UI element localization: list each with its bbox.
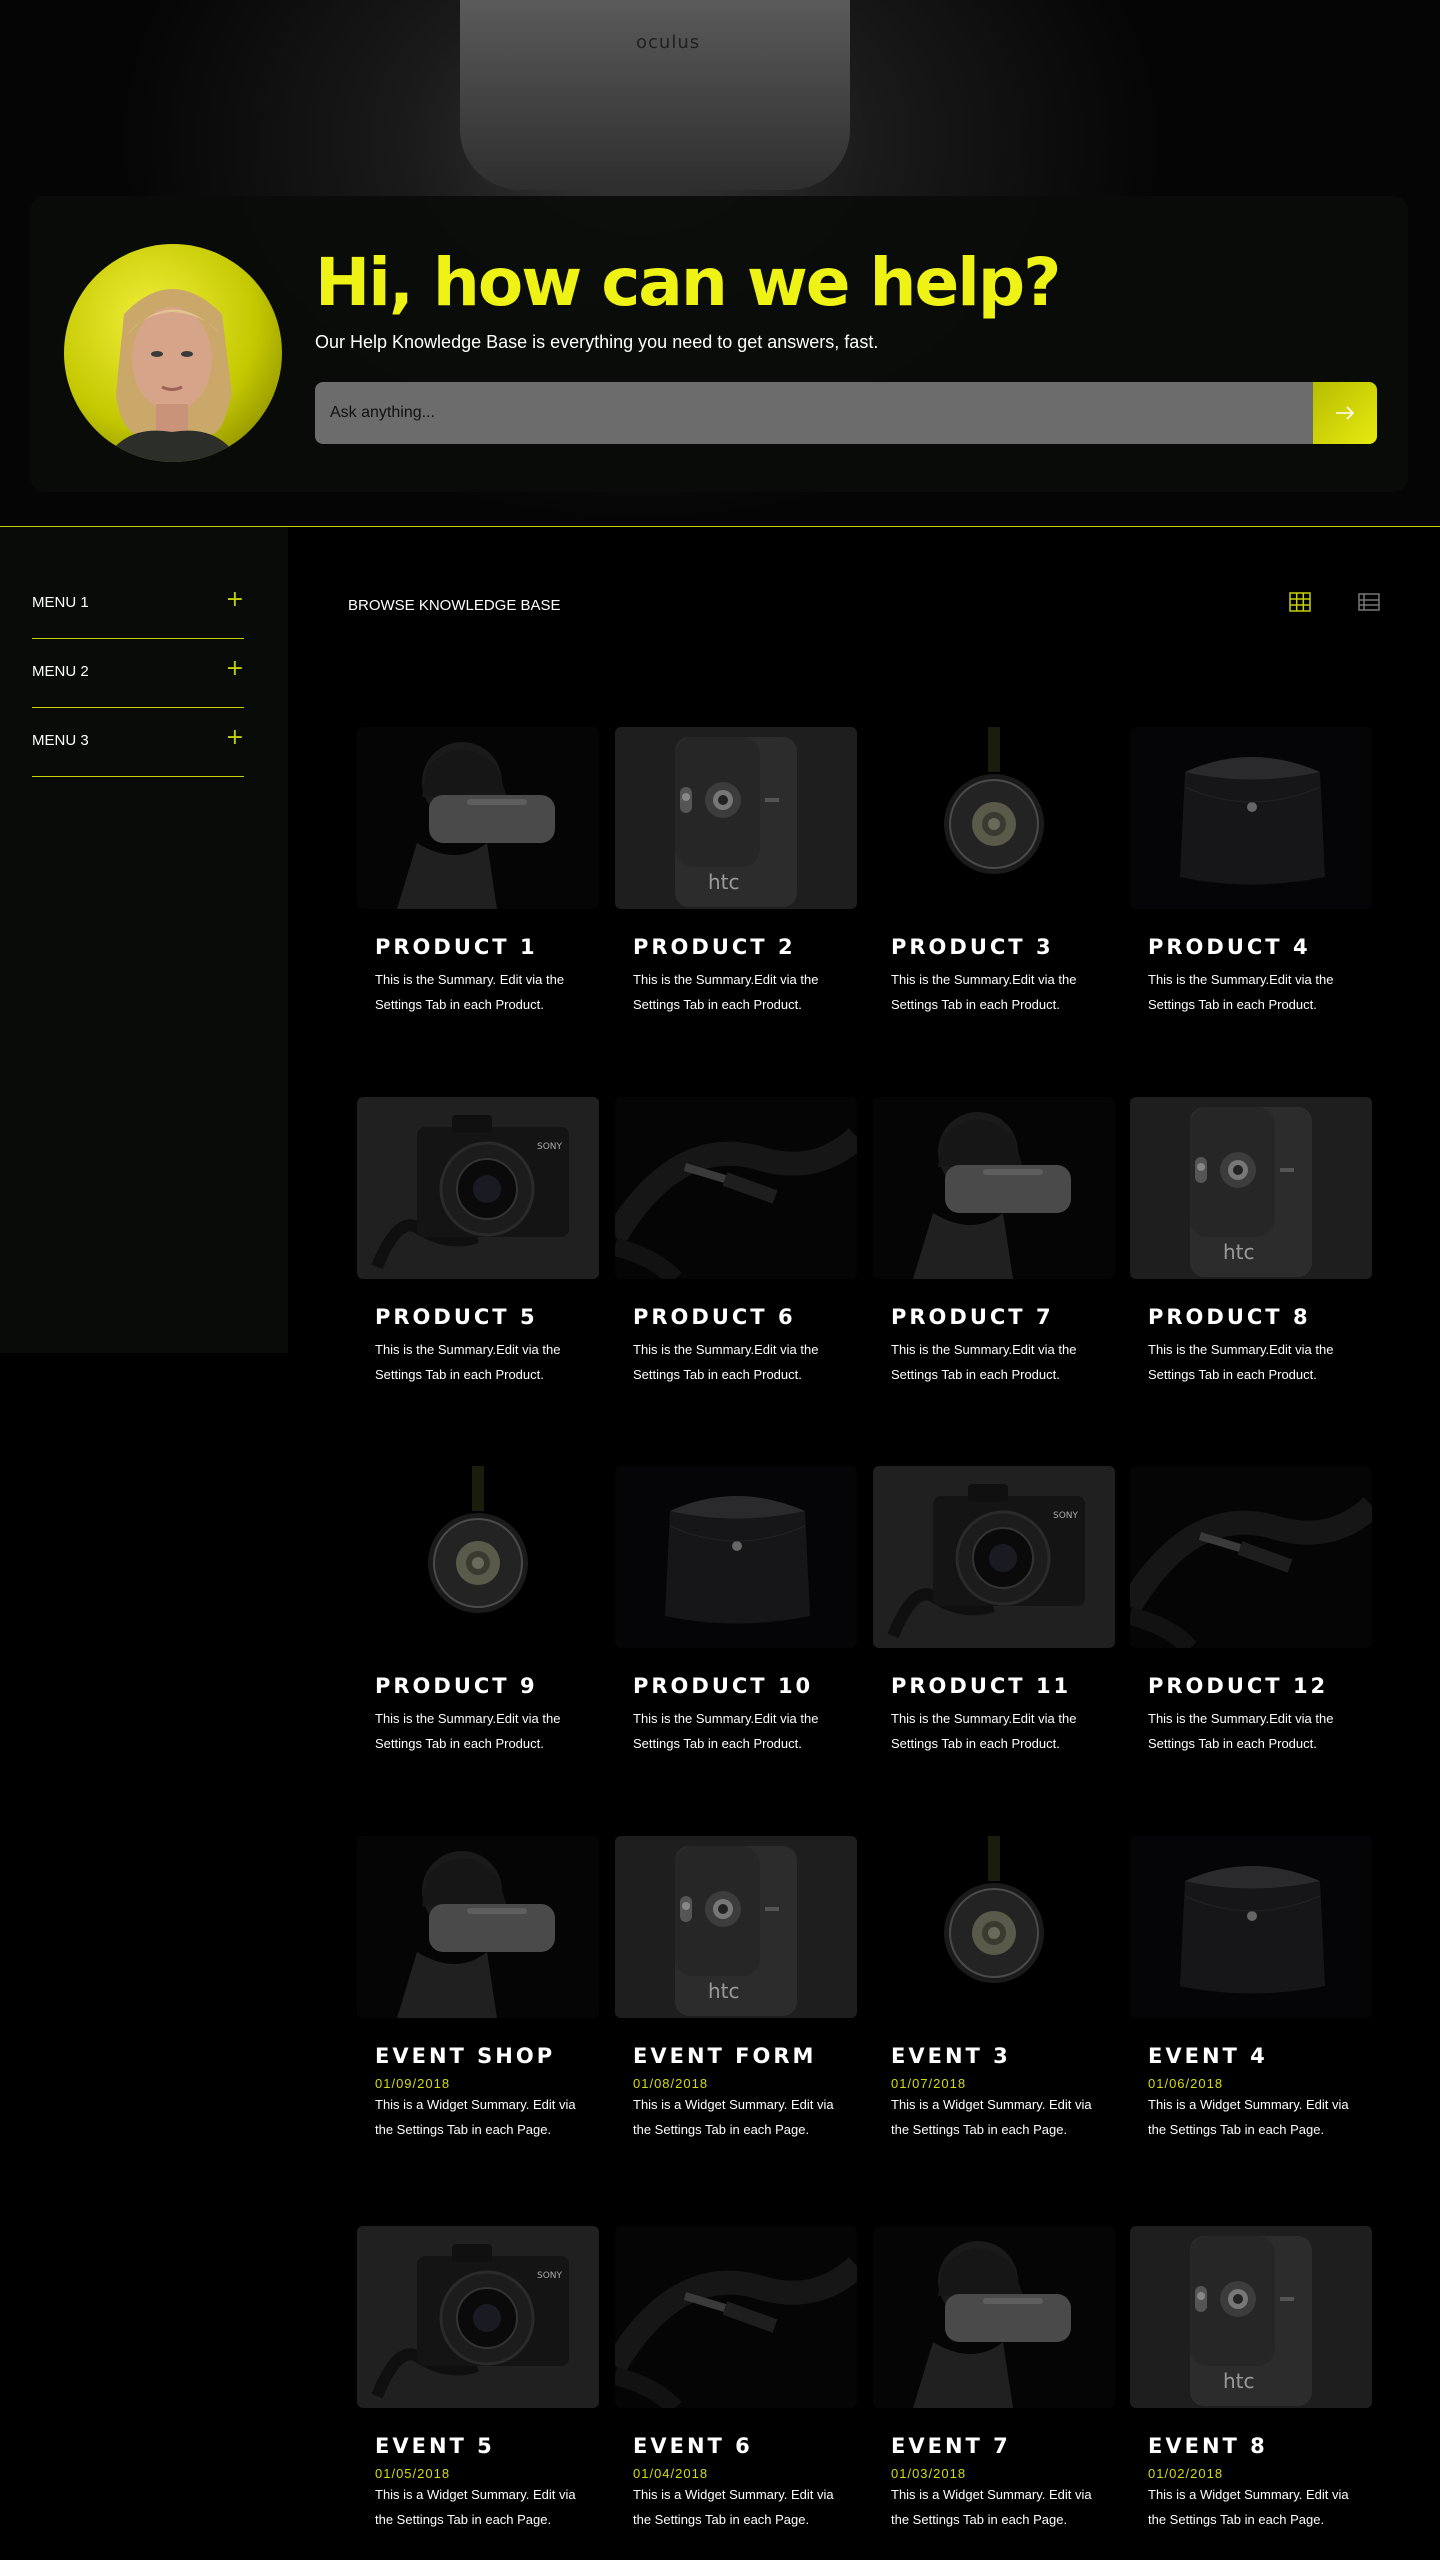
kb-card-title[interactable]: Event 6 — [633, 2424, 843, 2468]
plus-icon: + — [225, 725, 244, 750]
kb-card-image[interactable] — [1130, 1466, 1372, 1648]
svg-text:SONY: SONY — [1053, 1511, 1079, 1521]
kb-card-date: 01/07/2018 — [891, 2076, 967, 2091]
kb-card-image[interactable] — [873, 1836, 1115, 2018]
kb-card-summary: This is the Summary.Edit via the Setting… — [633, 972, 819, 1012]
kb-card-image[interactable] — [873, 2226, 1115, 2408]
kb-card-image[interactable]: SONY — [873, 1466, 1115, 1648]
kb-card-title[interactable]: Event Form — [633, 2034, 843, 2078]
kb-card-title[interactable]: Product 9 — [375, 1664, 585, 1708]
kb-card-image[interactable] — [357, 1836, 599, 2018]
kb-card-title[interactable]: Event 7 — [891, 2424, 1101, 2468]
hero-background-vr-headset — [460, 0, 850, 190]
kb-card-summary: This is a Widget Summary. Edit via the S… — [1148, 2097, 1349, 2137]
kb-card-title[interactable]: Product 3 — [891, 925, 1101, 969]
kb-card-summary: This is a Widget Summary. Edit via the S… — [375, 2487, 576, 2527]
kb-card-image[interactable]: SONY — [357, 1097, 599, 1279]
kb-card-summary: This is the Summary.Edit via the Setting… — [375, 1711, 561, 1751]
kb-card-summary: This is the Summary.Edit via the Setting… — [891, 1342, 1077, 1382]
kb-card-date: 01/08/2018 — [633, 2076, 709, 2091]
list-view-icon[interactable] — [1357, 590, 1381, 614]
arrow-right-icon — [1335, 400, 1355, 426]
kb-card-title[interactable]: Product 5 — [375, 1295, 585, 1339]
kb-card-title[interactable]: Event 8 — [1148, 2424, 1358, 2468]
sidebar-item-label: MENU 3 — [32, 732, 89, 749]
plus-icon: + — [225, 656, 244, 681]
support-avatar — [64, 244, 282, 462]
kb-card-title[interactable]: Event Shop — [375, 2034, 585, 2078]
kb-card-title[interactable]: Product 12 — [1148, 1664, 1358, 1708]
kb-card-image[interactable] — [615, 1466, 857, 1648]
kb-card-image[interactable] — [1130, 727, 1372, 909]
kb-card-title[interactable]: Event 5 — [375, 2424, 585, 2468]
kb-card-summary: This is a Widget Summary. Edit via the S… — [891, 2097, 1092, 2137]
kb-card-summary: This is the Summary.Edit via the Setting… — [891, 972, 1077, 1012]
kb-card-image[interactable] — [1130, 1836, 1372, 2018]
kb-card-summary: This is a Widget Summary. Edit via the S… — [375, 2097, 576, 2137]
svg-text:htc: htc — [1223, 2369, 1255, 2393]
kb-card-summary: This is the Summary.Edit via the Setting… — [1148, 972, 1334, 1012]
kb-card-image[interactable]: htc — [615, 1836, 857, 2018]
kb-card-date: 01/06/2018 — [1148, 2076, 1224, 2091]
kb-card-title[interactable]: Product 1 — [375, 925, 585, 969]
sidebar-item-menu-3[interactable]: MENU 3 + — [32, 708, 244, 777]
kb-card-image[interactable]: htc — [1130, 1097, 1372, 1279]
kb-card-title[interactable]: Event 4 — [1148, 2034, 1358, 2078]
kb-card-summary: This is the Summary.Edit via the Setting… — [633, 1342, 819, 1382]
sidebar-item-menu-2[interactable]: MENU 2 + — [32, 639, 244, 708]
svg-text:SONY: SONY — [537, 1142, 563, 1152]
hero-subtitle: Our Help Knowledge Base is everything yo… — [315, 332, 879, 352]
kb-card-title[interactable]: Product 11 — [891, 1664, 1101, 1708]
hero-banner: oculus Hi, how can we help? Our Help Kno… — [0, 0, 1440, 527]
kb-card-image[interactable] — [873, 727, 1115, 909]
kb-card-summary: This is a Widget Summary. Edit via the S… — [1148, 2487, 1349, 2527]
kb-card-title[interactable]: Event 3 — [891, 2034, 1101, 2078]
kb-card-date: 01/05/2018 — [375, 2466, 451, 2481]
hero-search-card: Hi, how can we help? Our Help Knowledge … — [30, 196, 1408, 492]
kb-card-title[interactable]: Product 6 — [633, 1295, 843, 1339]
kb-card-date: 01/04/2018 — [633, 2466, 709, 2481]
kb-card-summary: This is a Widget Summary. Edit via the S… — [633, 2487, 834, 2527]
sidebar-item-label: MENU 1 — [32, 594, 89, 611]
kb-card-date: 01/03/2018 — [891, 2466, 967, 2481]
svg-text:htc: htc — [708, 870, 740, 894]
svg-text:SONY: SONY — [537, 2271, 563, 2281]
kb-card-image[interactable]: SONY — [357, 2226, 599, 2408]
plus-icon: + — [225, 587, 244, 612]
svg-text:htc: htc — [1223, 1240, 1255, 1264]
kb-card-title[interactable]: Product 8 — [1148, 1295, 1358, 1339]
kb-card-summary: This is the Summary.Edit via the Setting… — [891, 1711, 1077, 1751]
sidebar-item-label: MENU 2 — [32, 663, 89, 680]
search-input[interactable] — [315, 382, 1313, 444]
kb-card-image[interactable] — [615, 2226, 857, 2408]
kb-card-image[interactable] — [357, 1466, 599, 1648]
search-bar — [315, 382, 1377, 444]
sidebar: MENU 1 + MENU 2 + MENU 3 + — [0, 527, 288, 1353]
kb-card-summary: This is the Summary.Edit via the Setting… — [1148, 1711, 1334, 1751]
kb-card-image[interactable]: htc — [615, 727, 857, 909]
sidebar-item-menu-1[interactable]: MENU 1 + — [32, 570, 244, 639]
search-submit-button[interactable] — [1313, 382, 1377, 444]
kb-card-summary: This is a Widget Summary. Edit via the S… — [633, 2097, 834, 2137]
kb-card-summary: This is the Summary.Edit via the Setting… — [1148, 1342, 1334, 1382]
kb-card-title[interactable]: Product 10 — [633, 1664, 843, 1708]
kb-card-image[interactable]: htc — [1130, 2226, 1372, 2408]
grid-view-icon[interactable] — [1288, 590, 1312, 614]
section-heading: Browse Knowledge Base — [348, 597, 561, 614]
hero-title: Hi, how can we help? — [315, 244, 1061, 321]
kb-card-image[interactable] — [615, 1097, 857, 1279]
kb-card-title[interactable]: Product 2 — [633, 925, 843, 969]
svg-text:htc: htc — [708, 1979, 740, 2003]
kb-card-summary: This is the Summary.Edit via the Setting… — [375, 1342, 561, 1382]
kb-card-date: 01/09/2018 — [375, 2076, 451, 2091]
kb-card-date: 01/02/2018 — [1148, 2466, 1224, 2481]
hero-background-label: oculus — [636, 32, 701, 53]
kb-card-summary: This is the Summary.Edit via the Setting… — [633, 1711, 819, 1751]
kb-card-summary: This is the Summary. Edit via the Settin… — [375, 972, 565, 1012]
kb-card-image[interactable] — [873, 1097, 1115, 1279]
kb-card-image[interactable] — [357, 727, 599, 909]
kb-card-summary: This is a Widget Summary. Edit via the S… — [891, 2487, 1092, 2527]
kb-card-title[interactable]: Product 4 — [1148, 925, 1358, 969]
kb-card-title[interactable]: Product 7 — [891, 1295, 1101, 1339]
